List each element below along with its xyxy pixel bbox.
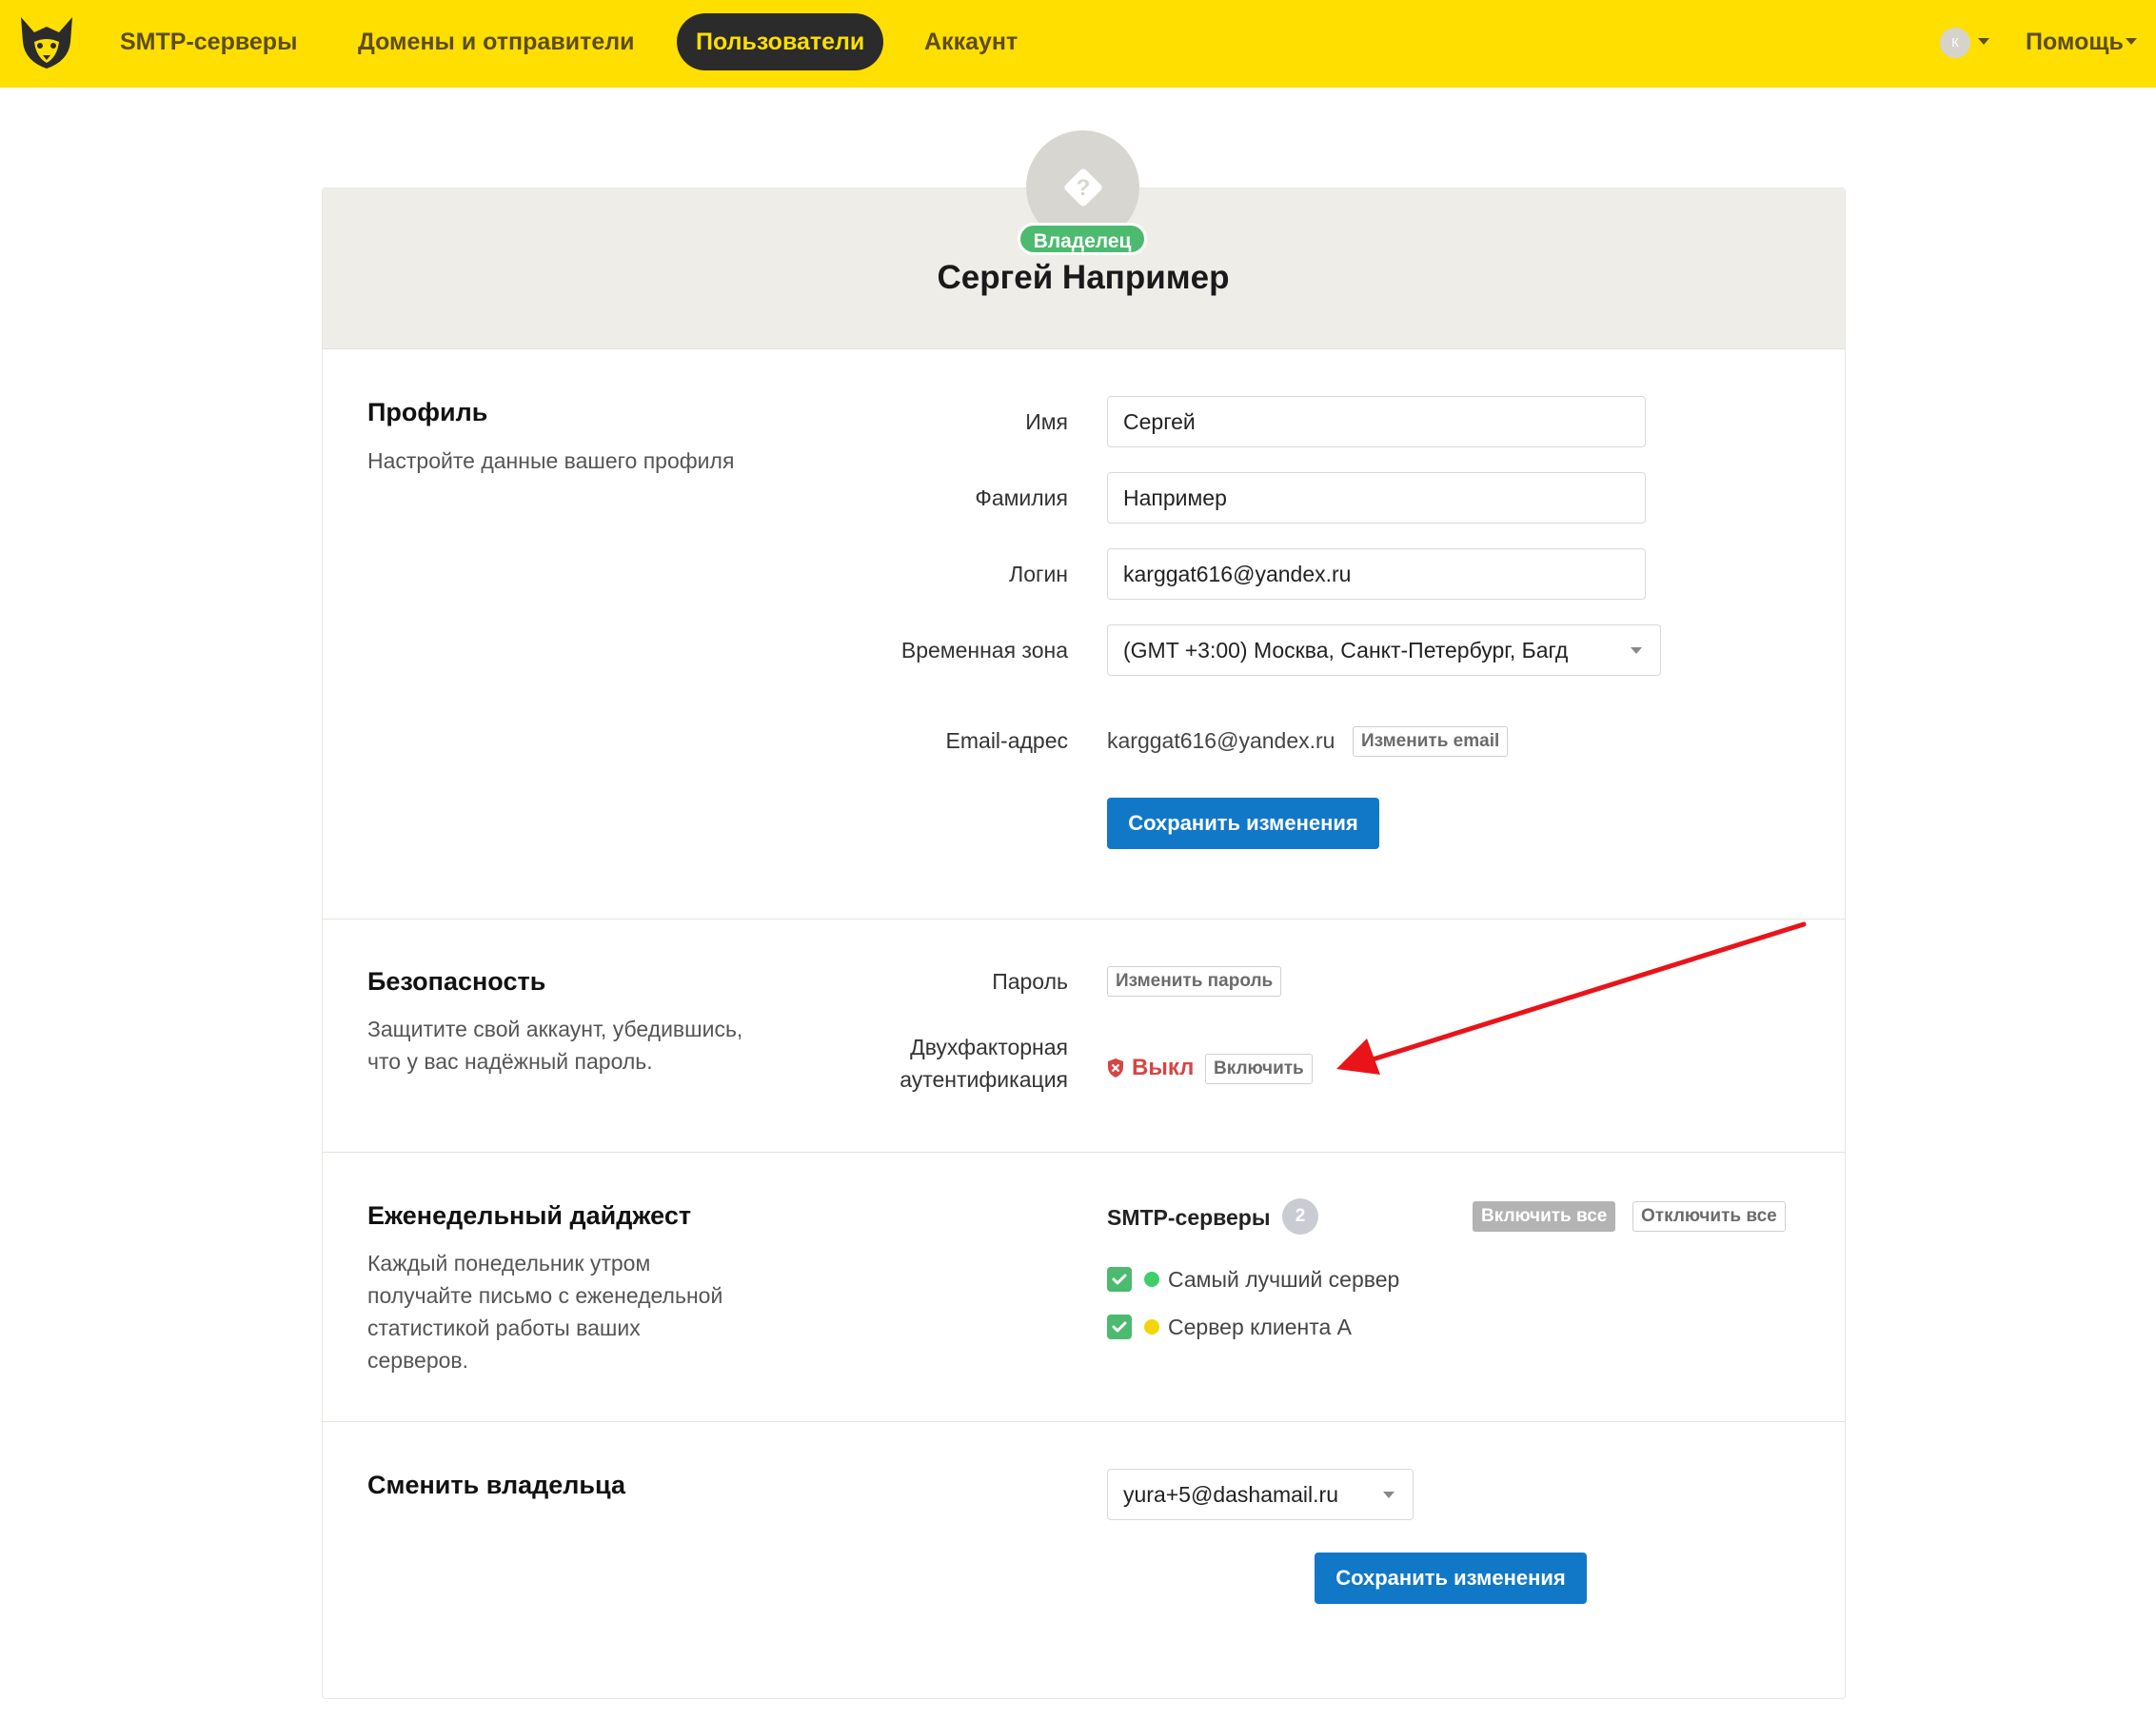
server-status-dot: [1144, 1272, 1159, 1287]
email-value: karggat616@yandex.ru: [1107, 728, 1335, 753]
owner-name: Сергей Например: [937, 259, 1230, 296]
change-email-button[interactable]: Изменить email: [1353, 726, 1509, 757]
security-description-line-1: Защитите свой аккаунт, убедившись,: [367, 1017, 743, 1041]
annotation-arrow-icon: [1336, 921, 1807, 1075]
digest-description-line: Каждый понедельник утром: [367, 1251, 651, 1276]
owner-role-badge: Владелец: [1018, 223, 1147, 255]
help-chevron-down-icon[interactable]: [2126, 38, 2137, 45]
profile-section-description: Настройте данные вашего профиля: [367, 448, 735, 473]
svg-text:?: ?: [1077, 175, 1091, 201]
security-section-title: Безопасность: [367, 967, 546, 996]
check-icon: [1112, 1321, 1127, 1333]
user-menu-chevron-down-icon[interactable]: [1978, 38, 1989, 45]
server-status-dot: [1144, 1319, 1159, 1335]
server-checkbox[interactable]: [1107, 1267, 1132, 1292]
login-label: Логин: [1009, 562, 1068, 586]
change-owner-section-title: Сменить владельца: [367, 1471, 625, 1499]
last-name-field[interactable]: Например: [1107, 472, 1646, 524]
change-password-button[interactable]: Изменить пароль: [1107, 966, 1282, 997]
login-field[interactable]: karggat616@yandex.ru: [1107, 548, 1646, 600]
server-checkbox[interactable]: [1107, 1315, 1132, 1339]
digest-description-line: получайте письмо с еженедельной: [367, 1283, 723, 1308]
server-name: Сервер клиента А: [1168, 1315, 1353, 1339]
timezone-label: Временная зона: [900, 638, 1068, 663]
timezone-value: (GMT +3:00) Москва, Санкт-Петербург, Баг…: [1123, 638, 1569, 663]
timezone-select[interactable]: (GMT +3:00) Москва, Санкт-Петербург, Баг…: [1107, 624, 1661, 676]
servers-count-badge: 2: [1282, 1198, 1318, 1235]
disable-all-button[interactable]: Отключить все: [1632, 1201, 1786, 1232]
new-owner-chevron-down-icon[interactable]: [1383, 1492, 1394, 1498]
password-label: Пароль: [992, 969, 1068, 994]
twofa-status: Выкл: [1132, 1055, 1195, 1080]
new-owner-value: yura+5@dashamail.ru: [1123, 1482, 1338, 1507]
nav-users[interactable]: Пользователи: [677, 13, 884, 70]
digest-servers-label: SMTP-серверы: [1107, 1205, 1271, 1230]
profile-section-title: Профиль: [367, 398, 488, 426]
husky-logo-icon[interactable]: [15, 13, 78, 70]
section-divider: [323, 1421, 1845, 1422]
help-menu[interactable]: Помощь: [2026, 13, 2124, 70]
first-name-field[interactable]: Сергей: [1107, 396, 1646, 447]
last-name-label: Фамилия: [975, 485, 1068, 510]
digest-section-title: Еженедельный дайджест: [367, 1201, 692, 1230]
shield-off-icon: [1108, 1058, 1123, 1078]
user-avatar[interactable]: К: [1940, 28, 1970, 58]
email-label: Email-адрес: [945, 728, 1068, 753]
enable-all-button[interactable]: Включить все: [1473, 1201, 1616, 1232]
security-description-line-2: что у вас надёжный пароль.: [367, 1049, 653, 1074]
nav-domains-senders[interactable]: Домены и отправители: [339, 13, 653, 70]
twofa-label-line-2: аутентификация: [900, 1067, 1068, 1092]
digest-description-line: серверов.: [367, 1348, 469, 1373]
server-name: Самый лучший сервер: [1168, 1267, 1400, 1292]
save-owner-button[interactable]: Сохранить изменения: [1315, 1553, 1587, 1604]
save-profile-button[interactable]: Сохранить изменения: [1107, 798, 1379, 849]
nav-smtp-servers[interactable]: SMTP-серверы: [101, 13, 316, 70]
timezone-chevron-down-icon[interactable]: [1631, 647, 1642, 654]
help-label[interactable]: Помощь: [2026, 29, 2124, 55]
check-icon: [1112, 1274, 1127, 1285]
section-divider: [323, 1152, 1845, 1153]
digest-description-line: статистикой работы ваших: [367, 1315, 641, 1340]
nav-account[interactable]: Аккаунт: [905, 13, 1037, 70]
new-owner-select[interactable]: yura+5@dashamail.ru: [1107, 1469, 1414, 1520]
enable-twofa-button[interactable]: Включить: [1205, 1054, 1313, 1084]
avatar-placeholder-icon: ?: [1064, 168, 1102, 207]
first-name-label: Имя: [1025, 409, 1068, 434]
twofa-label-line-1: Двухфакторная: [910, 1035, 1068, 1059]
top-navigation-bar: SMTP-серверы Домены и отправители Пользо…: [0, 0, 2156, 88]
